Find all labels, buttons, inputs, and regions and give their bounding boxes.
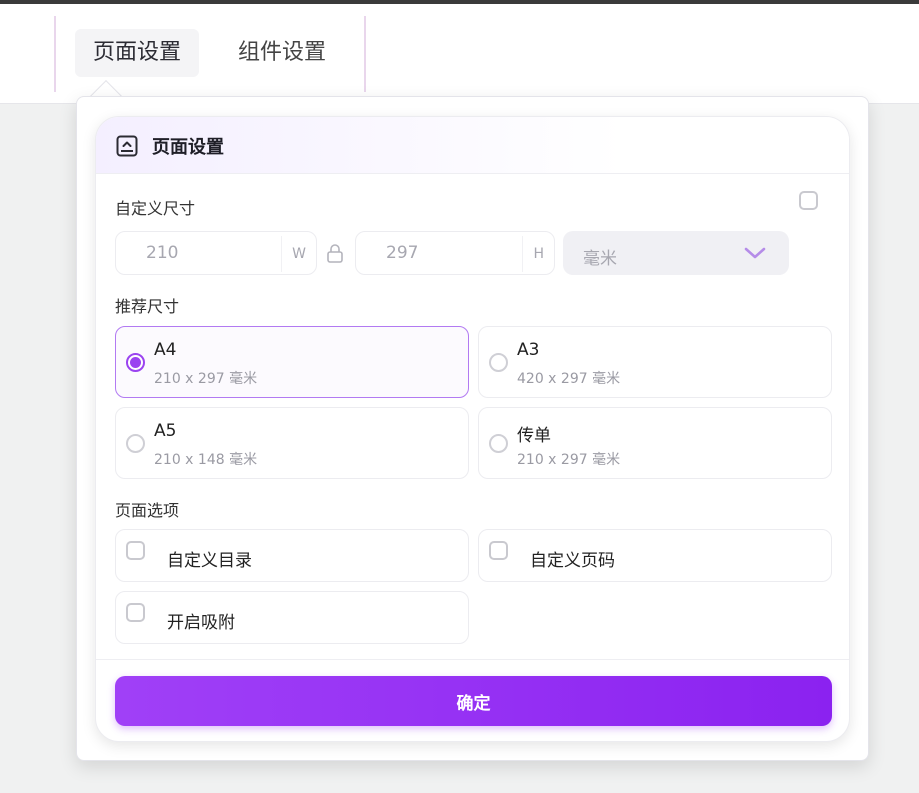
- recommended-size-label: 推荐尺寸: [115, 297, 180, 316]
- option-enable-snap[interactable]: 开启吸附: [115, 591, 469, 644]
- size-option-a4[interactable]: A4 210 x 297 毫米: [115, 326, 469, 398]
- size-option-flyer[interactable]: 传单 210 x 297 毫米: [478, 407, 832, 479]
- panel-header: 页面设置: [96, 117, 849, 174]
- checkbox-enable-snap[interactable]: [126, 603, 145, 622]
- unit-value: 毫米: [583, 249, 617, 269]
- footer-divider: [96, 659, 849, 660]
- height-value: 297: [386, 243, 419, 263]
- size-desc: 210 x 297 毫米: [517, 452, 621, 468]
- size-option-a5[interactable]: A5 210 x 148 毫米: [115, 407, 469, 479]
- tab-component-settings[interactable]: 组件设置: [220, 29, 344, 77]
- option-custom-toc[interactable]: 自定义目录: [115, 529, 469, 582]
- tab-divider-right: [364, 16, 366, 92]
- size-desc: 210 x 148 毫米: [154, 452, 258, 468]
- checkbox-custom-toc[interactable]: [126, 541, 145, 560]
- option-label: 自定义页码: [530, 551, 615, 571]
- panel-title: 页面设置: [152, 137, 224, 158]
- top-tab-bar: 页面设置 组件设置: [0, 4, 919, 104]
- custom-size-checkbox[interactable]: [799, 191, 818, 210]
- confirm-button[interactable]: 确定: [115, 676, 832, 726]
- size-desc: 420 x 297 毫米: [517, 371, 621, 387]
- radio-a4[interactable]: [126, 353, 145, 372]
- checkbox-custom-page-number[interactable]: [489, 541, 508, 560]
- width-value: 210: [146, 243, 179, 263]
- page-settings-popover: 页面设置 自定义尺寸 210 W 297 H 毫米 推荐尺寸 A4 210 x …: [76, 96, 869, 761]
- width-suffix: W: [281, 236, 316, 272]
- chevron-down-icon: [744, 247, 766, 259]
- option-label: 开启吸附: [167, 613, 235, 633]
- radio-a3[interactable]: [489, 353, 508, 372]
- size-desc: 210 x 297 毫米: [154, 371, 258, 387]
- option-label: 自定义目录: [167, 551, 252, 571]
- option-custom-page-number[interactable]: 自定义页码: [478, 529, 832, 582]
- radio-a5[interactable]: [126, 434, 145, 453]
- lock-icon[interactable]: [326, 243, 344, 263]
- height-input[interactable]: 297 H: [355, 231, 555, 275]
- tab-page-settings[interactable]: 页面设置: [75, 29, 200, 77]
- size-option-a3[interactable]: A3 420 x 297 毫米: [478, 326, 832, 398]
- page-settings-panel: 页面设置 自定义尺寸 210 W 297 H 毫米 推荐尺寸 A4 210 x …: [95, 116, 850, 742]
- custom-size-label: 自定义尺寸: [115, 199, 196, 218]
- radio-flyer[interactable]: [489, 434, 508, 453]
- size-name: A5: [154, 421, 177, 441]
- page-collapse-icon[interactable]: [116, 135, 138, 157]
- tab-divider-left: [54, 16, 56, 92]
- width-input[interactable]: 210 W: [115, 231, 317, 275]
- size-name: A4: [154, 340, 177, 360]
- unit-select[interactable]: 毫米: [563, 231, 789, 275]
- page-options-label: 页面选项: [115, 501, 180, 520]
- size-name: 传单: [517, 426, 551, 446]
- size-name: A3: [517, 340, 540, 360]
- height-suffix: H: [522, 236, 554, 272]
